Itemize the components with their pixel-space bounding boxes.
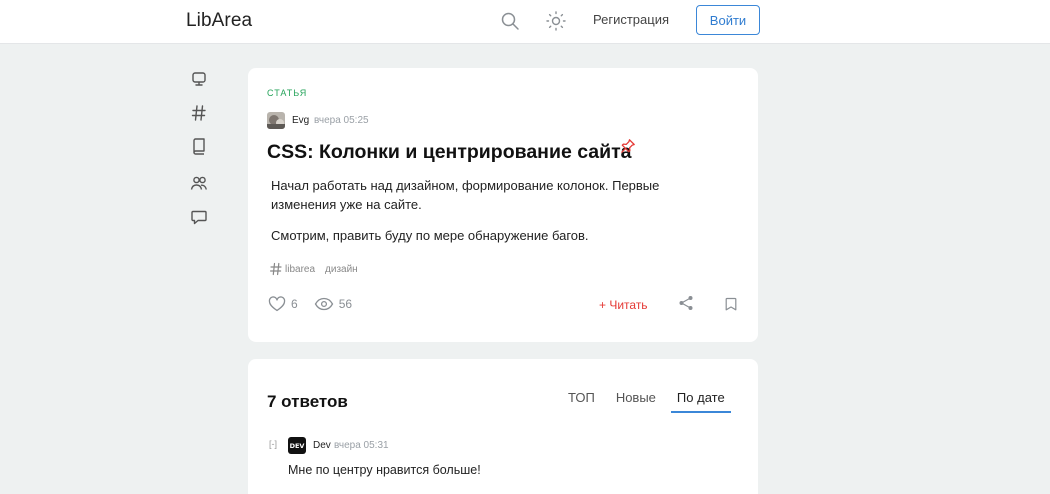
- like-count: 6: [291, 297, 298, 311]
- post-stats: 6 56: [268, 296, 352, 312]
- views-count: 56: [338, 297, 353, 311]
- eye-icon: [314, 297, 334, 311]
- comment-text: Мне по центру нравится больше!: [288, 463, 481, 477]
- post-type-label[interactable]: СТАТЬЯ: [267, 88, 307, 98]
- heart-icon[interactable]: [268, 296, 286, 312]
- collapse-toggle[interactable]: [-]: [269, 439, 277, 449]
- share-icon[interactable]: [678, 295, 694, 311]
- read-button[interactable]: + Читать: [599, 298, 648, 312]
- hashtag-icon[interactable]: [190, 104, 208, 122]
- post-body: Начал работать над дизайном, формировани…: [271, 176, 691, 257]
- tab-top[interactable]: ТОП: [568, 390, 595, 413]
- site-logo[interactable]: LibArea: [186, 10, 252, 32]
- pin-icon: [620, 138, 636, 154]
- avatar[interactable]: DEV: [288, 437, 306, 454]
- comment-time: вчера 05:31: [334, 440, 389, 451]
- tag-link[interactable]: дизайн: [325, 264, 358, 275]
- register-link[interactable]: Регистрация: [593, 12, 669, 27]
- sun-icon[interactable]: [545, 10, 567, 32]
- post-paragraph: Смотрим, править буду по мере обнаружени…: [271, 228, 589, 243]
- tag-list: libarea дизайн: [269, 262, 358, 276]
- monitor-icon[interactable]: [190, 70, 208, 88]
- answers-title: 7 ответов: [267, 392, 348, 411]
- tab-new[interactable]: Новые: [616, 390, 656, 413]
- post-time: вчера 05:25: [314, 115, 369, 126]
- search-icon[interactable]: [500, 11, 520, 31]
- comment-author[interactable]: Dev: [313, 440, 331, 451]
- sort-tabs: ТОП Новые По дате: [568, 390, 731, 413]
- users-icon[interactable]: [190, 174, 208, 192]
- bookmark-icon[interactable]: [724, 297, 738, 311]
- post-title[interactable]: CSS: Колонки и центрирование сайта: [267, 141, 632, 164]
- avatar[interactable]: [267, 112, 285, 129]
- login-button[interactable]: Войти: [696, 5, 760, 35]
- tab-by-date[interactable]: По дате: [670, 390, 731, 413]
- hashtag-icon: [269, 262, 283, 276]
- top-header: LibArea Регистрация Войти: [0, 0, 1050, 44]
- post-author[interactable]: Evg: [292, 115, 309, 126]
- book-icon[interactable]: [190, 137, 208, 155]
- post-paragraph: Начал работать над дизайном, формировани…: [271, 178, 660, 212]
- comment-icon[interactable]: [190, 208, 208, 226]
- tag-link[interactable]: libarea: [285, 264, 315, 275]
- post-card: СТАТЬЯ Evg вчера 05:25 CSS: Колонки и це…: [248, 68, 758, 342]
- answers-card: 7 ответов ТОП Новые По дате [-] DEV Dev …: [248, 359, 758, 494]
